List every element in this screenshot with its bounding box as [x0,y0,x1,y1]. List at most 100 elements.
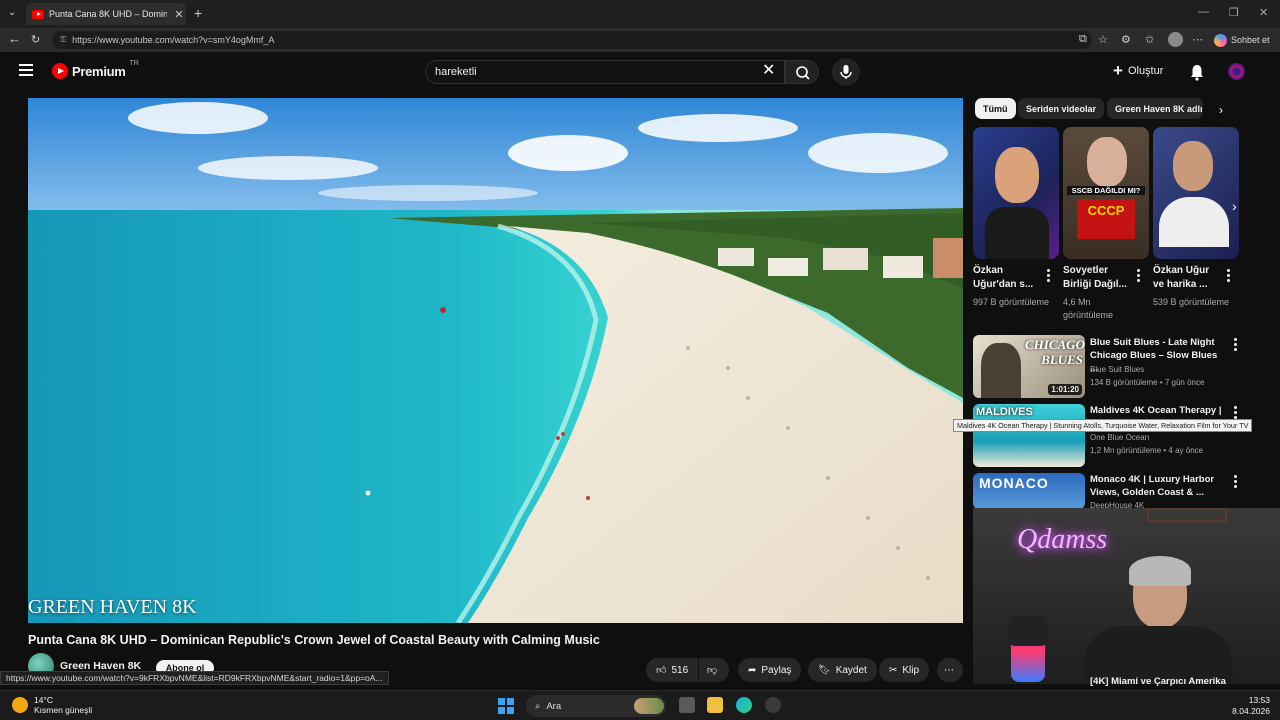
file-explorer-icon[interactable] [707,697,723,713]
clip-button[interactable]: ✂ Klip [879,658,930,682]
short-3-face [1173,141,1213,191]
account-avatar[interactable] [1228,63,1245,80]
task-view-icon[interactable] [679,697,695,713]
share-label: Paylaş [761,664,792,676]
recommendation-1-menu-icon[interactable] [1234,338,1238,353]
short-thumbnail-3[interactable] [1153,127,1239,259]
notifications-bell-icon[interactable] [1189,63,1205,81]
short-2-face [1087,137,1127,187]
chip-channel[interactable]: Green Haven 8K adlı [1107,98,1203,119]
copilot-label: Sohbet et [1231,35,1270,45]
recommendation-thumbnail-1[interactable]: CHICAGO BLUES 1:01:20 [973,335,1085,398]
address-bar: ← ↻ ⚿ https://www.youtube.com/watch?v=sm… [0,28,1280,52]
new-tab-icon[interactable]: + [194,5,202,21]
short-2-menu-icon[interactable] [1137,269,1141,284]
save-button[interactable]: 🔖︎ Kaydet [808,658,877,682]
copilot-icon [1214,33,1227,47]
scissors-icon: ✂ [889,664,898,676]
browser-tab[interactable]: Punta Cana 8K UHD – Dominican ✕ [26,3,186,25]
search-button[interactable] [785,60,819,84]
shorts-next-icon[interactable]: › [1232,198,1237,214]
short-views-2: 4,6 Mn görüntüleme [1063,297,1114,320]
more-actions-button[interactable]: ⋯ [937,658,963,682]
short-thumbnail-2[interactable]: SSCB DAĞILDI MI? CCCP [1063,127,1149,259]
tab-close-icon[interactable]: ✕ [172,8,186,21]
recommendation-thumbnail-2[interactable]: MALDIVES [973,404,1085,467]
obs-icon[interactable] [765,697,781,713]
microphone [1009,616,1047,646]
dislike-button[interactable]: 👎︎ [699,658,729,682]
more-options-icon[interactable]: ⋯ [1192,33,1203,46]
windows-start-icon[interactable] [498,698,514,714]
more-horizontal-icon: ⋯ [944,664,954,676]
chip-scroll-right-icon[interactable]: › [1219,103,1223,117]
recommendation-thumbnail-3[interactable]: MONACO [973,473,1085,509]
copilot-button[interactable]: Sohbet et [1214,32,1278,48]
share-button[interactable]: ➦ Paylaş [738,658,802,682]
minimize-icon[interactable]: — [1198,6,1209,18]
favorites-icon[interactable]: ✩ [1145,33,1154,46]
create-label: Oluştur [1127,65,1164,77]
short-1-body [985,207,1049,259]
short-1-menu-icon[interactable] [1047,269,1051,284]
rec-1-figure [981,343,1021,398]
create-button[interactable]: + Oluştur [1113,61,1164,80]
back-icon[interactable]: ← [8,31,21,46]
taskbar-search-label: Ara [546,700,562,712]
short-title-1[interactable]: Özkan Uğur'dan s... [973,264,1043,292]
headphones [1129,556,1191,586]
profile-avatar[interactable] [1168,32,1183,47]
recommendation-channel-3[interactable]: DeepHouse 4K [1090,499,1144,508]
short-thumbnail-1[interactable] [973,127,1059,259]
chip-series-videos[interactable]: Seriden videolar [1018,98,1105,119]
recommendation-title-4[interactable]: [4K] Miami ve Çarpıcı Amerika [1090,676,1226,687]
short-title-2[interactable]: Sovyetler Birliği Dağıl... [1063,264,1133,292]
clear-search-icon[interactable]: ✕ [762,62,775,80]
short-3-guitar [1159,197,1229,247]
video-watermark: GREEN HAVEN 8K [28,596,197,618]
tab-title: Punta Cana 8K UHD – Dominican [49,9,167,19]
like-count: 516 [671,664,689,676]
app-available-icon[interactable]: ⧉ [1079,33,1087,46]
recommendation-channel-2[interactable]: One Blue Ocean [1090,431,1149,445]
rec-1-thumb-text: CHICAGO BLUES [1025,337,1085,367]
like-button[interactable]: 👍︎ 516 [646,658,698,682]
site-info-icon[interactable]: ⚿ [60,35,66,45]
taskbar-search[interactable]: ⌕ Ara [526,695,666,717]
edge-browser-icon[interactable] [736,697,752,713]
short-3-menu-icon[interactable] [1227,269,1231,284]
video-title: Punta Cana 8K UHD – Dominican Republic's… [28,633,600,647]
url-field[interactable]: ⚿ https://www.youtube.com/watch?v=smY4og… [52,31,1092,49]
recommendation-3-menu-icon[interactable] [1234,475,1238,490]
menu-icon[interactable] [19,64,33,76]
browser-tabstrip: ⌄ Punta Cana 8K UHD – Dominican ✕ + — ❐ … [0,0,1280,28]
search-input[interactable]: hareketli [425,60,785,84]
logo-text: Premium [72,63,126,79]
youtube-premium-logo[interactable]: Premium TR [52,60,139,79]
thumbs-down-icon: 👎︎ [707,665,718,676]
extension-icon[interactable]: ⚙ [1121,33,1131,46]
refresh-icon[interactable]: ↻ [31,33,40,46]
recommendation-channel-1[interactable]: Blue Suit Blues [1090,363,1144,377]
search-highlight-icon [634,698,664,714]
plus-icon: + [1113,61,1123,80]
favorite-star-icon[interactable]: ☆ [1098,33,1108,46]
weather-widget[interactable]: 14°C Kısmen güneşli [12,695,92,715]
voice-search-button[interactable] [832,58,860,86]
windows-taskbar: 14°C Kısmen güneşli ⌕ Ara 13:53 8.04.202… [0,690,1280,720]
system-clock[interactable]: 13:53 8.04.2026 [1226,695,1270,717]
recommendation-title-3[interactable]: Monaco 4K | Luxury Harbor Views, Golden … [1090,473,1222,499]
close-window-icon[interactable]: ✕ [1259,6,1268,19]
save-label: Kaydet [835,664,867,676]
maximize-icon[interactable]: ❐ [1229,6,1239,19]
tab-list-icon[interactable]: ⌄ [8,7,16,18]
partly-sunny-icon [12,697,28,713]
webcam-frame-on-wall [1147,508,1227,522]
recommendation-title-2[interactable]: Maldives 4K Ocean Therapy | [1090,404,1222,417]
short-title-3[interactable]: Özkan Uğur ve harika ... [1153,264,1223,292]
bookmark-icon: 🔖︎ [818,664,831,676]
title-tooltip: Maldives 4K Ocean Therapy | Stunning Ato… [953,419,1253,432]
chip-all[interactable]: Tümü [975,98,1016,119]
clock-date: 8.04.2026 [1232,706,1270,716]
video-player[interactable]: GREEN HAVEN 8K [28,98,963,623]
